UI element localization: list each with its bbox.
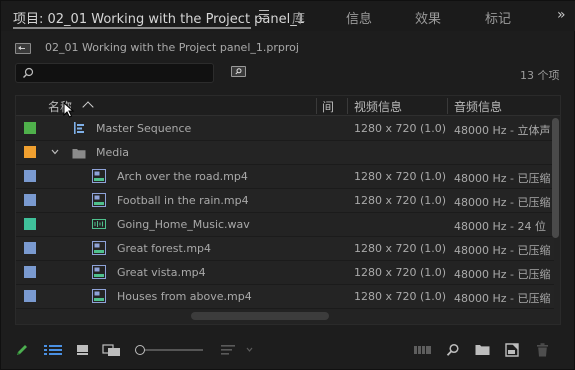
label-color-swatch[interactable]: [24, 266, 36, 278]
zoom-slider-track[interactable]: [143, 349, 203, 351]
column-divider[interactable]: [347, 98, 348, 114]
column-header-audio-info[interactable]: 音频信息: [454, 98, 502, 115]
list-item[interactable]: Master Sequence 1280 x 720 (1.0) 48000 H…: [16, 117, 554, 141]
item-video-info: 1280 x 720 (1.0): [354, 290, 447, 303]
item-audio-info: 48000 Hz - 已压缩: [454, 172, 550, 185]
project-panel: 项目: 02_01 Working with the Project panel…: [0, 0, 575, 370]
sequence-icon: [74, 122, 84, 134]
video-clip-icon: [92, 265, 106, 279]
sort-ascending-icon[interactable]: [82, 101, 94, 113]
item-name: Arch over the road.mp4: [117, 170, 248, 183]
chevron-down-icon[interactable]: [51, 149, 59, 155]
label-color-swatch[interactable]: [24, 170, 36, 182]
video-clip-icon: [92, 169, 106, 183]
label-color-swatch[interactable]: [24, 122, 36, 134]
list-item[interactable]: Houses from above.mp4 1280 x 720 (1.0) 4…: [16, 285, 554, 309]
item-count: 13 个项: [520, 69, 560, 82]
column-header-video-info[interactable]: 视频信息: [354, 98, 402, 115]
label-color-swatch[interactable]: [24, 146, 36, 158]
item-video-info: 1280 x 720 (1.0): [354, 194, 447, 207]
tab-effects[interactable]: 效果: [415, 8, 441, 27]
pencil-icon[interactable]: [15, 343, 29, 357]
column-divider[interactable]: [316, 98, 317, 114]
tab-bar: 项目: 02_01 Working with the Project panel…: [1, 1, 575, 31]
new-item-icon[interactable]: [505, 343, 519, 357]
item-name: Great forest.mp4: [117, 242, 212, 255]
item-video-info: 1280 x 720 (1.0): [354, 170, 447, 183]
bin-up-icon[interactable]: [15, 43, 31, 54]
list-item[interactable]: Football in the rain.mp4 1280 x 720 (1.0…: [16, 189, 554, 213]
item-name: Going_Home_Music.wav: [117, 218, 250, 231]
video-clip-icon: [92, 241, 106, 255]
zoom-slider-handle[interactable]: [135, 345, 145, 355]
item-audio-info: 48000 Hz - 立体声: [454, 124, 550, 137]
item-name: Great vista.mp4: [117, 266, 206, 279]
mouse-cursor-icon: [63, 102, 75, 118]
item-video-info: 1280 x 720 (1.0): [354, 242, 447, 255]
column-header-gap[interactable]: 间: [322, 98, 334, 115]
active-tab-underline: [13, 27, 251, 29]
item-video-info: 1280 x 720 (1.0): [354, 266, 447, 279]
tab-libraries[interactable]: 库: [292, 8, 305, 27]
list-item[interactable]: Media: [16, 141, 554, 165]
freeform-view-icon[interactable]: [102, 343, 122, 357]
new-bin-icon[interactable]: [475, 343, 490, 356]
label-color-swatch[interactable]: [24, 290, 36, 302]
item-name: Football in the rain.mp4: [117, 194, 249, 207]
label-color-swatch[interactable]: [24, 242, 36, 254]
list-item[interactable]: Going_Home_Music.wav 48000 Hz - 24 位 -: [16, 213, 554, 237]
new-search-bin-icon[interactable]: [231, 66, 246, 77]
item-audio-info: 48000 Hz - 已压缩: [454, 268, 550, 281]
item-video-info: 1280 x 720 (1.0): [354, 122, 447, 135]
folder-icon: [72, 149, 86, 159]
tab-overflow-icon[interactable]: »: [557, 7, 565, 23]
label-color-swatch[interactable]: [24, 194, 36, 206]
automate-to-sequence-icon[interactable]: [414, 344, 431, 356]
list-item[interactable]: Great vista.mp4 1280 x 720 (1.0) 48000 H…: [16, 261, 554, 285]
icon-view-icon[interactable]: [76, 344, 90, 356]
search-box[interactable]: [15, 63, 214, 83]
list-item[interactable]: Great forest.mp4 1280 x 720 (1.0) 48000 …: [16, 237, 554, 261]
item-name: Media: [96, 146, 130, 159]
trash-icon[interactable]: [536, 343, 549, 357]
item-audio-info: 48000 Hz - 已压缩: [454, 292, 550, 305]
item-audio-info: 48000 Hz - 已压缩: [454, 196, 550, 209]
item-audio-info: 48000 Hz - 已压缩: [454, 244, 550, 257]
audio-clip-icon: [92, 219, 106, 229]
sort-icons-icon[interactable]: [221, 344, 253, 356]
horizontal-scrollbar[interactable]: [191, 312, 329, 320]
tab-markers[interactable]: 标记: [485, 8, 511, 27]
find-icon[interactable]: [446, 343, 460, 357]
list-view-icon[interactable]: [44, 344, 62, 356]
vertical-scrollbar[interactable]: [552, 118, 559, 238]
item-name: Houses from above.mp4: [117, 290, 252, 303]
column-divider[interactable]: [447, 98, 448, 114]
list-item[interactable]: Arch over the road.mp4 1280 x 720 (1.0) …: [16, 165, 554, 189]
video-clip-icon: [92, 289, 106, 303]
label-color-swatch[interactable]: [24, 218, 36, 230]
panel-menu-icon[interactable]: [259, 10, 269, 20]
list-header: 名称 间 视频信息 音频信息: [16, 96, 560, 118]
item-audio-info: 48000 Hz - 24 位 -: [454, 220, 550, 233]
search-icon: [23, 67, 34, 78]
video-clip-icon: [92, 193, 106, 207]
search-input[interactable]: [40, 66, 210, 80]
tab-info[interactable]: 信息: [346, 8, 372, 27]
project-file-name: 02_01 Working with the Project panel_1.p…: [45, 41, 299, 54]
item-name: Master Sequence: [96, 122, 192, 135]
project-item-list: 名称 间 视频信息 音频信息 Master Sequence 1280 x 72…: [15, 95, 561, 325]
